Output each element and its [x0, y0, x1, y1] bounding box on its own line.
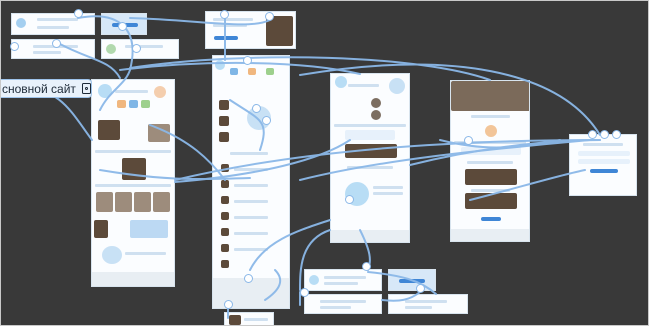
frame-bottom-1[interactable] [304, 269, 382, 291]
connector-node-icon[interactable] [224, 300, 233, 309]
connector-node-icon[interactable] [345, 195, 354, 204]
frame-about-page[interactable] [450, 80, 530, 242]
frame-bottom-3[interactable] [304, 294, 382, 314]
connector-node-icon[interactable] [52, 39, 61, 48]
connector-node-icon[interactable] [300, 288, 309, 297]
connector-node-icon[interactable] [252, 104, 261, 113]
page-label-text: сновной сайт [2, 81, 76, 96]
frame-catalog-page[interactable] [212, 55, 290, 309]
frame-bottom-2[interactable] [388, 269, 436, 291]
connector-node-icon[interactable] [464, 136, 473, 145]
prototype-canvas[interactable]: сновной сайт [0, 0, 649, 326]
connector-node-icon[interactable] [265, 12, 274, 21]
frame-top-header[interactable] [205, 11, 296, 49]
connector-node-icon[interactable] [416, 284, 425, 293]
connector-node-icon[interactable] [132, 44, 141, 53]
frame-bottom-5[interactable] [224, 312, 274, 326]
connector-node-icon[interactable] [600, 130, 609, 139]
connector-node-icon[interactable] [588, 130, 597, 139]
frame-bottom-4[interactable] [388, 294, 468, 314]
page-label[interactable]: сновной сайт [0, 79, 92, 98]
frame-home-page[interactable] [91, 79, 175, 287]
connector-node-icon[interactable] [118, 22, 127, 31]
connector-node-icon[interactable] [612, 130, 621, 139]
connector-node-icon[interactable] [243, 56, 252, 65]
connector-node-icon[interactable] [10, 42, 19, 51]
frame-form[interactable] [569, 134, 637, 196]
connector-node-icon[interactable] [244, 274, 253, 283]
frame-top-left-1[interactable] [11, 13, 95, 35]
frame-services-page[interactable] [330, 73, 410, 243]
page-icon [81, 83, 91, 94]
connector-node-icon[interactable] [262, 116, 271, 125]
connector-node-icon[interactable] [74, 9, 83, 18]
connector-node-icon[interactable] [220, 10, 229, 19]
connector-node-icon[interactable] [362, 262, 371, 271]
